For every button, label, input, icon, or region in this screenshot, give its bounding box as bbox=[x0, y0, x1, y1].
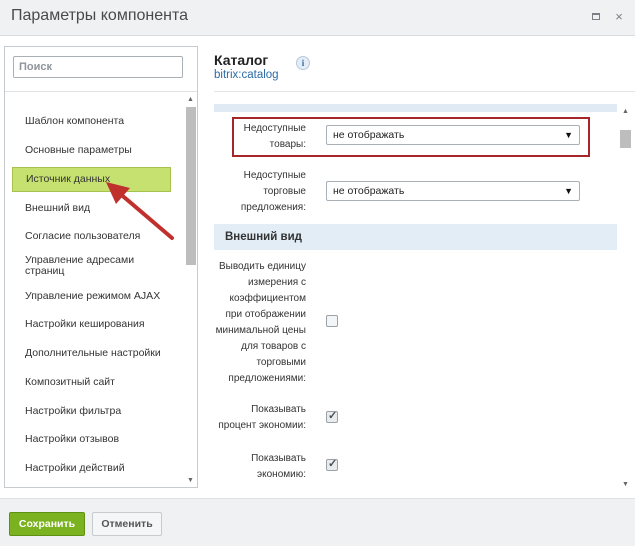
sidebar-item-template[interactable]: Шаблон компонента bbox=[12, 116, 171, 127]
params-panel: Недоступные товары: не отображать ▼ Недо… bbox=[214, 104, 617, 488]
sidebar-item-filter[interactable]: Настройки фильтра bbox=[12, 406, 171, 417]
component-header: Каталог bitrix:catalog bbox=[214, 52, 279, 81]
sidebar-item-composite[interactable]: Композитный сайт bbox=[12, 377, 171, 388]
show-savings-label: Показывать экономию: bbox=[251, 453, 306, 480]
unavailable-offers-value: не отображать bbox=[333, 185, 405, 197]
sidebar-item-page-addresses[interactable]: Управление адресами страниц bbox=[12, 255, 162, 277]
search-input[interactable] bbox=[13, 56, 183, 78]
show-savings-checkbox[interactable]: ✓ bbox=[326, 458, 338, 471]
scroll-down-icon[interactable]: ▼ bbox=[622, 481, 629, 488]
params-scrollbar[interactable]: ▲ ▼ bbox=[618, 108, 632, 488]
close-icon[interactable]: × bbox=[613, 10, 625, 23]
annotation-arrow-icon bbox=[106, 182, 174, 240]
unavailable-products-label: Недоступные товары: bbox=[243, 123, 306, 150]
component-code: bitrix:catalog bbox=[214, 69, 279, 81]
section-strip bbox=[214, 104, 617, 112]
sidebar: Шаблон компонента Основные параметры Ист… bbox=[4, 46, 198, 488]
sidebar-divider bbox=[5, 91, 197, 92]
show-discount-percent-label: Показывать процент экономии: bbox=[218, 404, 306, 431]
unavailable-products-value: не отображать bbox=[333, 129, 405, 141]
sidebar-item-additional[interactable]: Дополнительные настройки bbox=[12, 348, 171, 359]
sidebar-item-reviews[interactable]: Настройки отзывов bbox=[12, 434, 171, 445]
component-title: Каталог bbox=[214, 52, 269, 68]
show-measure-checkbox[interactable] bbox=[326, 315, 338, 327]
chevron-down-icon: ▼ bbox=[564, 130, 573, 140]
sidebar-scrollbar[interactable]: ▲ ▼ bbox=[184, 95, 197, 485]
check-icon: ✓ bbox=[328, 410, 338, 422]
scroll-down-icon[interactable]: ▼ bbox=[187, 477, 194, 484]
dialog-title: Параметры компонента bbox=[11, 7, 188, 24]
check-icon: ✓ bbox=[328, 458, 338, 470]
dialog-footer: Сохранить Отменить bbox=[0, 498, 635, 546]
unavailable-products-select[interactable]: не отображать ▼ bbox=[326, 125, 580, 145]
header-divider bbox=[214, 91, 635, 92]
save-button[interactable]: Сохранить bbox=[9, 512, 85, 536]
cancel-button[interactable]: Отменить bbox=[92, 512, 162, 536]
scrollbar-thumb[interactable] bbox=[620, 130, 631, 148]
unavailable-offers-label: Недоступные торговые предложения: bbox=[240, 170, 306, 213]
show-discount-percent-checkbox[interactable]: ✓ bbox=[326, 410, 338, 423]
sidebar-item-cache[interactable]: Настройки кеширования bbox=[12, 319, 171, 330]
title-bar: Параметры компонента × bbox=[0, 0, 635, 36]
scroll-up-icon[interactable]: ▲ bbox=[622, 108, 629, 115]
chevron-down-icon: ▼ bbox=[564, 186, 573, 196]
section-header-appearance: Внешний вид bbox=[214, 224, 617, 250]
sidebar-item-main-params[interactable]: Основные параметры bbox=[12, 145, 171, 156]
info-icon[interactable]: i bbox=[296, 56, 310, 70]
scroll-up-icon[interactable]: ▲ bbox=[187, 96, 194, 103]
sidebar-item-ajax[interactable]: Управление режимом AJAX bbox=[12, 291, 171, 302]
sidebar-item-actions[interactable]: Настройки действий bbox=[12, 463, 171, 474]
show-measure-label: Выводить единицу измерения с коэффициент… bbox=[215, 261, 306, 384]
unavailable-offers-select[interactable]: не отображать ▼ bbox=[326, 181, 580, 201]
scrollbar-thumb[interactable] bbox=[186, 107, 196, 265]
maximize-icon[interactable] bbox=[590, 11, 602, 23]
